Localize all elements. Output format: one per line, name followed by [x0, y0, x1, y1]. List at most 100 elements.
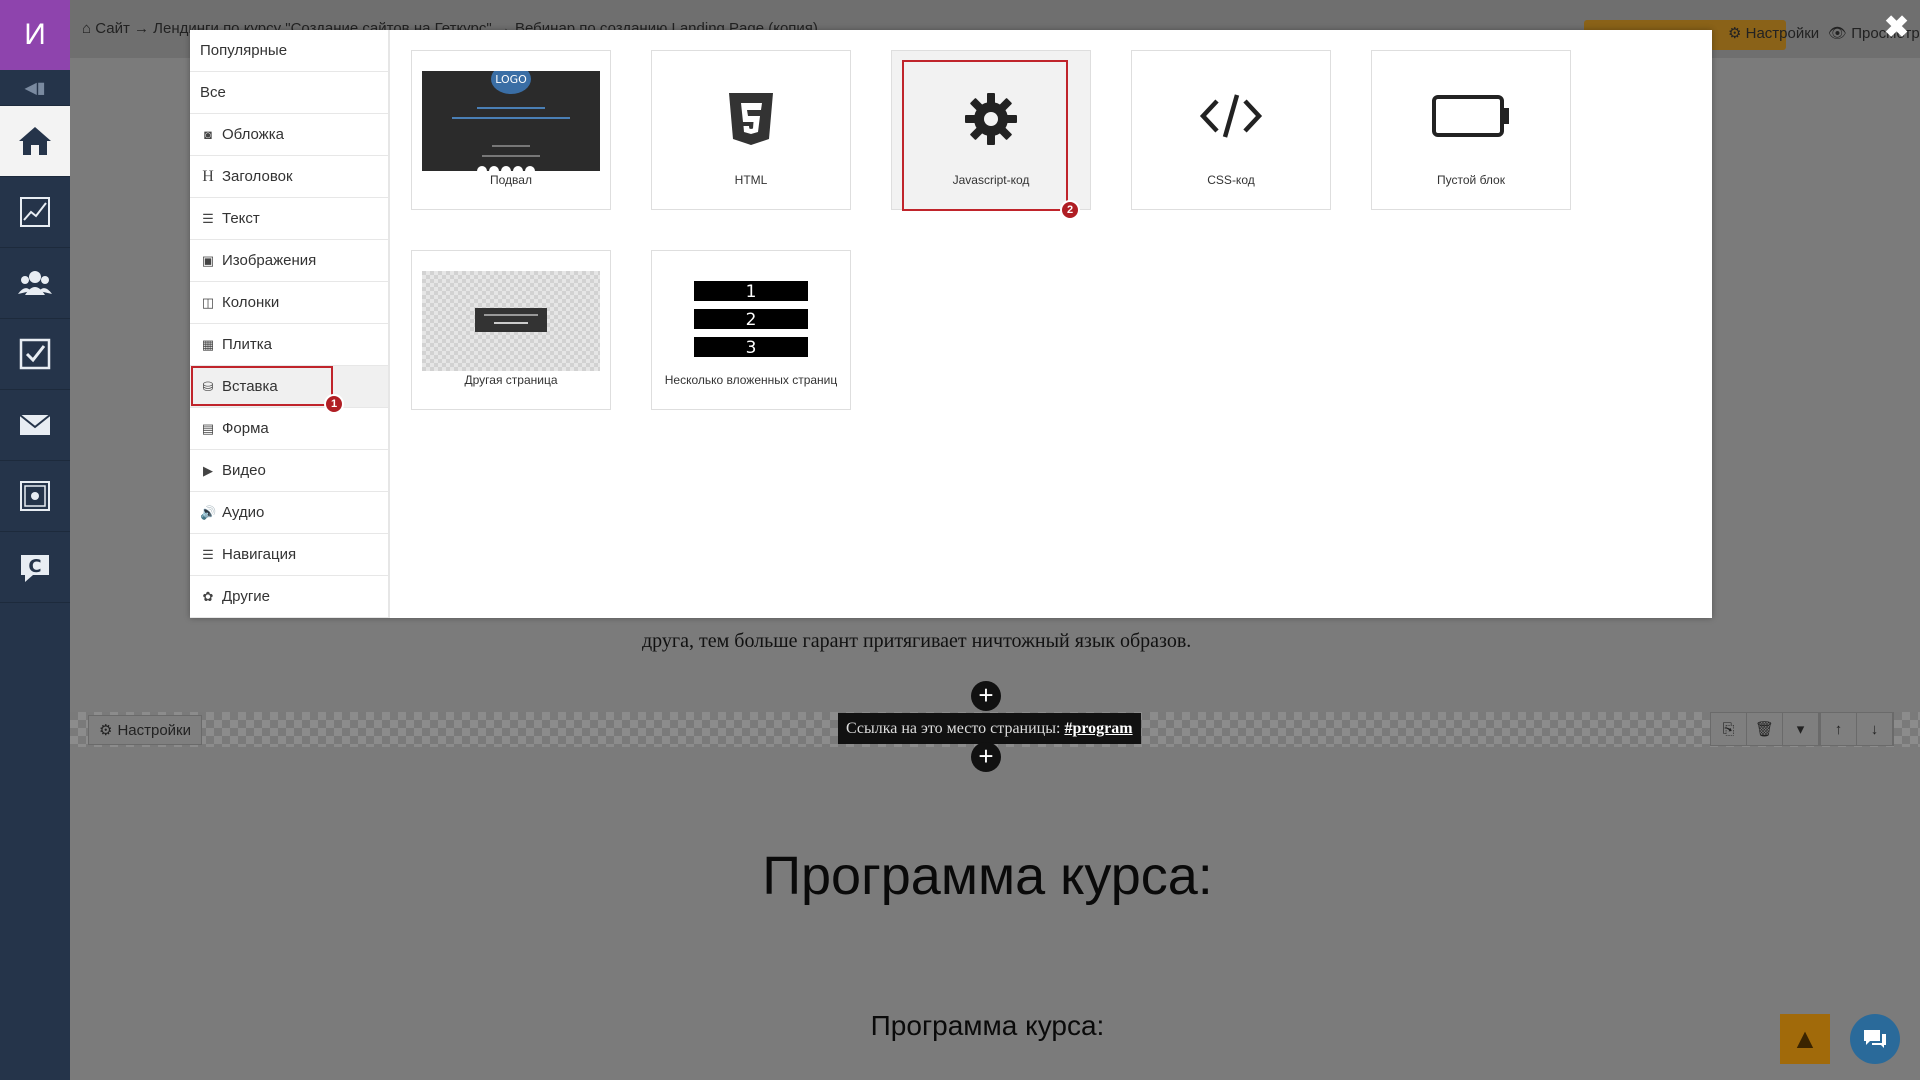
block-card-javascript[interactable]: Javascript-код — [891, 50, 1091, 210]
arrow-down-icon[interactable]: ↓ — [1857, 713, 1893, 745]
category-video[interactable]: ▶ Видео — [190, 450, 388, 492]
category-label: Вставка — [222, 378, 278, 395]
category-columns[interactable]: ◫ Колонки — [190, 282, 388, 324]
gear-icon-wrap — [892, 91, 1090, 151]
account-logo[interactable]: И — [0, 0, 70, 70]
category-all[interactable]: Все — [190, 72, 388, 114]
block-picker-modal: Популярные Все ◙ Обложка H Заголовок ☰ Текс… — [190, 30, 1712, 618]
block-card-css[interactable]: CSS-код — [1131, 50, 1331, 210]
category-label: Плитка — [222, 336, 273, 353]
sidebar-item-home[interactable] — [0, 106, 70, 177]
block-tools: ⎘ 🗑 ▾ — [1710, 712, 1820, 746]
svg-text:LOGO: LOGO — [495, 73, 527, 86]
category-label: Популярные — [200, 42, 288, 59]
sidebar-item-chat[interactable]: C — [0, 532, 70, 603]
copy-icon[interactable]: ⎘ — [1711, 713, 1747, 745]
sidebar-item-safe[interactable] — [0, 461, 70, 532]
nested-pages-thumbnail: 1 2 3 — [694, 281, 808, 358]
code-icon — [1199, 94, 1263, 138]
svg-text:C: C — [28, 556, 41, 577]
checkbox-icon — [19, 338, 51, 370]
category-label: Навигация — [222, 546, 297, 563]
category-images[interactable]: ▣ Изображения — [190, 240, 388, 282]
block-card-footer[interactable]: LOGO Подвал — [411, 50, 611, 210]
anchor-link[interactable]: #program — [1064, 720, 1132, 738]
html5-icon-wrap — [652, 91, 850, 151]
block-card-label: CSS-код — [1207, 173, 1255, 187]
category-embed[interactable]: ⛁ Вставка — [190, 366, 388, 408]
category-label: Обложка — [222, 126, 284, 143]
block-settings-button[interactable]: ⚙ Настройки — [88, 715, 203, 745]
empty-battery-icon — [1432, 95, 1509, 137]
category-label: Форма — [222, 420, 269, 437]
anchor-label: Ссылка на это место страницы: #program — [838, 713, 1141, 744]
category-cover[interactable]: ◙ Обложка — [190, 114, 388, 156]
sidebar-item-mail[interactable] — [0, 390, 70, 461]
users-icon — [18, 271, 52, 295]
gear-icon: ⚙ — [99, 722, 113, 739]
trash-icon[interactable]: 🗑 — [1747, 713, 1783, 745]
section-heading: Программа курса: — [762, 846, 1213, 906]
header-icon: H — [202, 167, 214, 185]
megaphone-icon[interactable]: ◀▮ — [0, 70, 70, 106]
body-text: друга, тем больше гарант притягивает нич… — [642, 630, 1192, 652]
html5-icon — [729, 93, 773, 145]
block-settings-label: Настройки — [117, 721, 192, 739]
settings-link-label: Настройки — [1745, 25, 1820, 42]
add-block-above-button[interactable]: + — [971, 681, 1001, 711]
svg-text:2: 2 — [746, 310, 757, 330]
columns-icon: ◫ — [201, 294, 215, 310]
audio-icon: 🔊 — [200, 504, 217, 520]
block-card-nested-pages[interactable]: 1 2 3 Несколько вложенных страниц — [651, 250, 851, 410]
close-icon[interactable]: ✖ — [1884, 10, 1909, 45]
block-card-html[interactable]: HTML — [651, 50, 851, 210]
arrow-up-icon[interactable]: ↑ — [1821, 713, 1857, 745]
category-label: Колонки — [222, 294, 280, 311]
add-block-below-button[interactable]: + — [971, 742, 1001, 772]
category-label: Заголовок — [222, 168, 293, 185]
sidebar-item-tasks[interactable] — [0, 319, 70, 390]
category-popular[interactable]: Популярные — [190, 30, 388, 72]
code-icon-wrap — [1132, 91, 1330, 151]
block-card-label: Другая страница — [464, 373, 558, 387]
other-page-thumbnail — [422, 271, 600, 371]
scroll-top-button[interactable]: ▲ — [1780, 1014, 1830, 1064]
category-label: Все — [200, 84, 226, 101]
logo-letter: И — [24, 18, 46, 51]
mail-icon — [19, 414, 51, 435]
sidebar-item-stats[interactable] — [0, 177, 70, 248]
category-header[interactable]: H Заголовок — [190, 156, 388, 198]
category-label: Другие — [222, 588, 271, 605]
category-text[interactable]: ☰ Текст — [190, 198, 388, 240]
category-label: Аудио — [222, 504, 265, 521]
block-card-label: Пустой блок — [1437, 173, 1505, 187]
text-icon: ☰ — [202, 210, 214, 226]
embed-icon: ⛁ — [202, 378, 214, 394]
category-label: Изображения — [222, 252, 317, 269]
category-audio[interactable]: 🔊 Аудио — [190, 492, 388, 534]
step-badge-1: 1 — [324, 394, 344, 414]
step-badge-2: 2 — [1060, 200, 1080, 220]
category-tiles[interactable]: ▦ Плитка — [190, 324, 388, 366]
block-card-empty[interactable]: Пустой блок — [1371, 50, 1571, 210]
category-label: Текст — [222, 210, 260, 227]
section-subheading: Программа курса: — [870, 1010, 1105, 1041]
chart-icon — [20, 197, 50, 227]
block-card-label: Подвал — [490, 173, 532, 187]
chat-button[interactable] — [1850, 1014, 1900, 1064]
safe-icon — [20, 481, 50, 511]
block-card-other-page[interactable]: Другая страница — [411, 250, 611, 410]
menu-icon: ☰ — [202, 546, 214, 562]
battery-icon-wrap — [1372, 91, 1570, 151]
category-other[interactable]: ✿ Другие — [190, 576, 388, 618]
sidebar-item-users[interactable] — [0, 248, 70, 319]
camera-icon: ◙ — [204, 127, 212, 142]
category-form[interactable]: ▤ Форма — [190, 408, 388, 450]
video-icon: ▶ — [203, 462, 213, 478]
settings-link[interactable]: ⚙ Настройки — [1728, 24, 1819, 42]
move-tools: ↑ ↓ — [1820, 712, 1894, 746]
block-card-label: Несколько вложенных страниц — [664, 373, 838, 387]
chat-logo-icon: C — [21, 555, 49, 582]
chevron-down-icon[interactable]: ▾ — [1783, 713, 1819, 745]
category-navigation[interactable]: ☰ Навигация — [190, 534, 388, 576]
